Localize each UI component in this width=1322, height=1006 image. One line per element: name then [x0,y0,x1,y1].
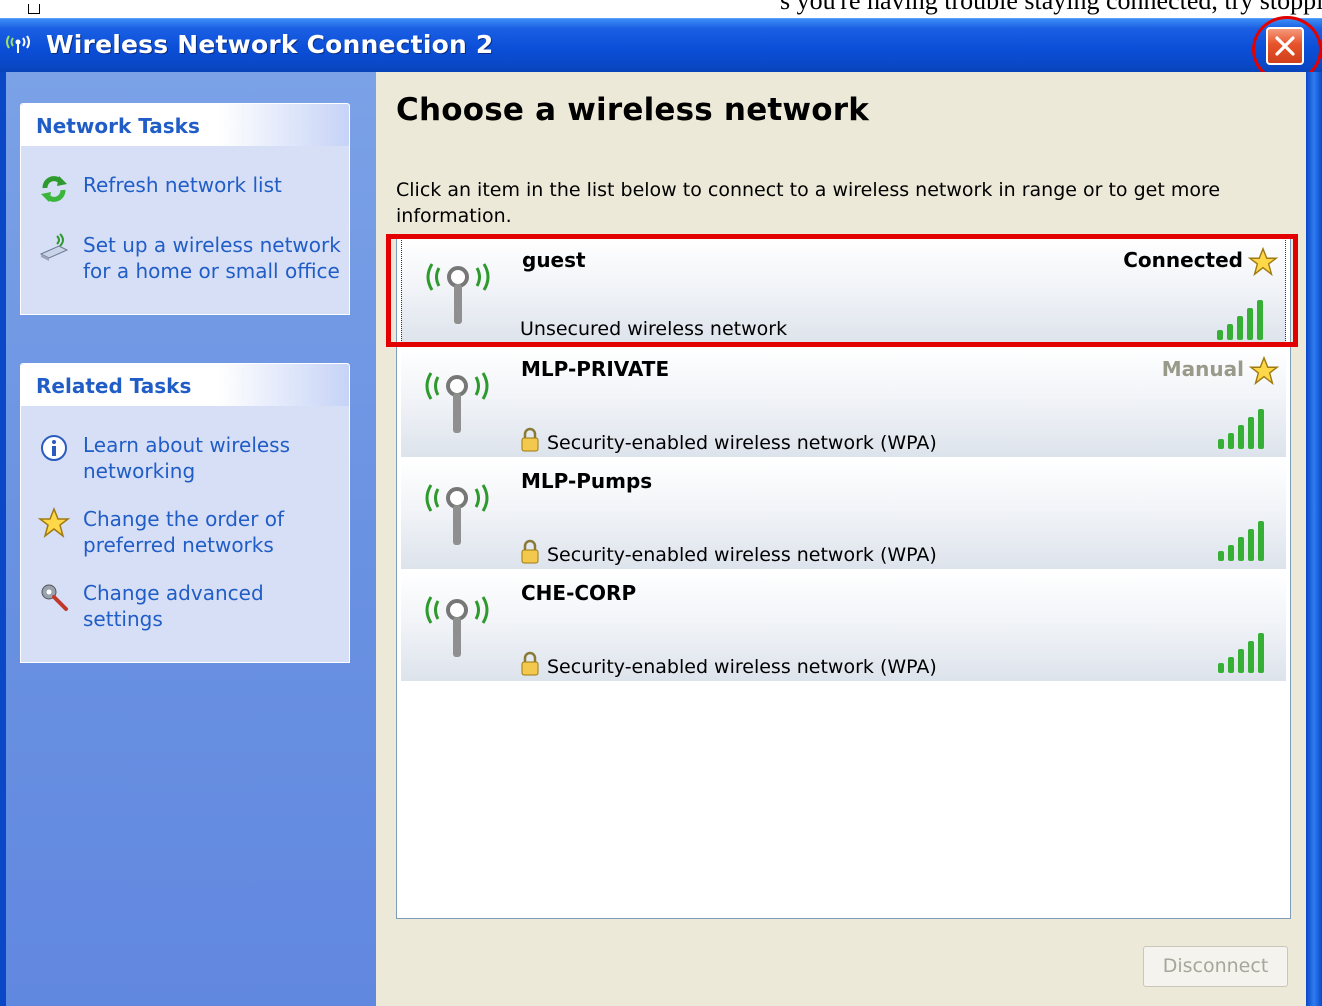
learn-about-wireless-networking-link[interactable]: Learn about wireless networking [21,432,349,484]
task-sidebar: Network Tasks Refresh network list Set u… [0,72,376,1006]
network-security-text: Security-enabled wireless network (WPA) [519,427,937,454]
antenna-icon [425,372,489,433]
network-security-text: Security-enabled wireless network (WPA) [519,539,937,566]
network-name: guest [522,248,586,272]
signal-strength-icon [1218,409,1264,449]
wireless-network-window: Wireless Network Connection 2 Network Ta… [0,16,1322,1006]
change-order-preferred-networks-label: Change the order of preferred networks [83,507,285,557]
learn-about-wireless-networking-label: Learn about wireless networking [83,433,291,483]
star-icon [37,506,71,538]
signal-strength-icon [1217,300,1263,340]
network-tasks-panel: Network Tasks Refresh network list Set u… [20,103,350,315]
antenna-icon [425,596,489,657]
preferred-star-icon [1248,355,1280,386]
antenna-icon [425,484,489,545]
network-security-label: Security-enabled wireless network (WPA) [547,544,937,566]
network-security-text: Unsecured wireless network [520,318,787,340]
close-icon [1275,36,1295,56]
change-advanced-settings-label: Change advanced settings [83,581,264,631]
signal-strength-icon [1218,521,1264,561]
refresh-icon [41,176,67,202]
window-right-border [1306,72,1322,1006]
network-item-mlp-pumps[interactable]: MLP-Pumps Security-enabled wireless netw… [401,459,1286,569]
setup-wizard-icon [39,233,69,261]
network-item-che-corp[interactable]: CHE-CORP Security-enabled wireless netwo… [401,571,1286,681]
network-item-mlp-private[interactable]: MLP-PRIVATE Security-enabled wireless ne… [401,347,1286,457]
network-name: MLP-Pumps [521,469,653,493]
close-button[interactable] [1266,27,1304,65]
network-status: Connected [1123,248,1243,272]
related-tasks-header[interactable]: Related Tasks [21,364,349,406]
refresh-network-list-link[interactable]: Refresh network list [21,172,349,202]
title-bar[interactable]: Wireless Network Connection 2 [0,16,1322,83]
network-security-text: Security-enabled wireless network (WPA) [519,651,937,678]
change-advanced-settings-link[interactable]: Change advanced settings [21,580,349,632]
window-title: Wireless Network Connection 2 [46,30,494,59]
main-content: Choose a wireless network Click an item … [376,72,1306,1006]
network-name: MLP-PRIVATE [521,357,670,381]
network-security-label: Unsecured wireless network [520,318,788,340]
lock-icon [521,651,539,676]
preferred-star-icon [1247,246,1279,277]
lock-icon [521,539,539,564]
network-item-guest[interactable]: guest Unsecured wireless network Connect… [401,237,1286,345]
page-caption-strip: s you're having trouble staying connecte… [0,0,1322,18]
info-icon [41,435,67,461]
settings-icon [41,584,68,611]
network-security-label: Security-enabled wireless network (WPA) [547,656,937,678]
network-tasks-header[interactable]: Network Tasks [21,104,349,146]
lock-icon [521,427,539,452]
caption-checkbox-glyph [28,4,40,14]
network-security-label: Security-enabled wireless network (WPA) [547,432,937,454]
set-up-wireless-network-label: Set up a wireless network for a home or … [83,233,341,283]
signal-strength-icon [1218,633,1264,673]
page-caption: s you're having trouble staying connecte… [780,0,1322,15]
refresh-network-list-label: Refresh network list [83,173,282,197]
disconnect-button[interactable]: Disconnect [1143,946,1288,987]
set-up-wireless-network-link[interactable]: Set up a wireless network for a home or … [21,232,349,284]
wireless-network-list[interactable]: guest Unsecured wireless network Connect… [396,234,1291,919]
related-tasks-panel: Related Tasks Learn about wireless netwo… [20,363,350,663]
network-name: CHE-CORP [521,581,637,605]
instructions-text: Click an item in the list below to conne… [396,179,1221,227]
page-title: Choose a wireless network [396,92,870,128]
antenna-icon [426,263,490,324]
wireless-network-icon [6,35,30,53]
network-status: Manual [1161,357,1244,381]
change-order-preferred-networks-link[interactable]: Change the order of preferred networks [21,506,349,558]
